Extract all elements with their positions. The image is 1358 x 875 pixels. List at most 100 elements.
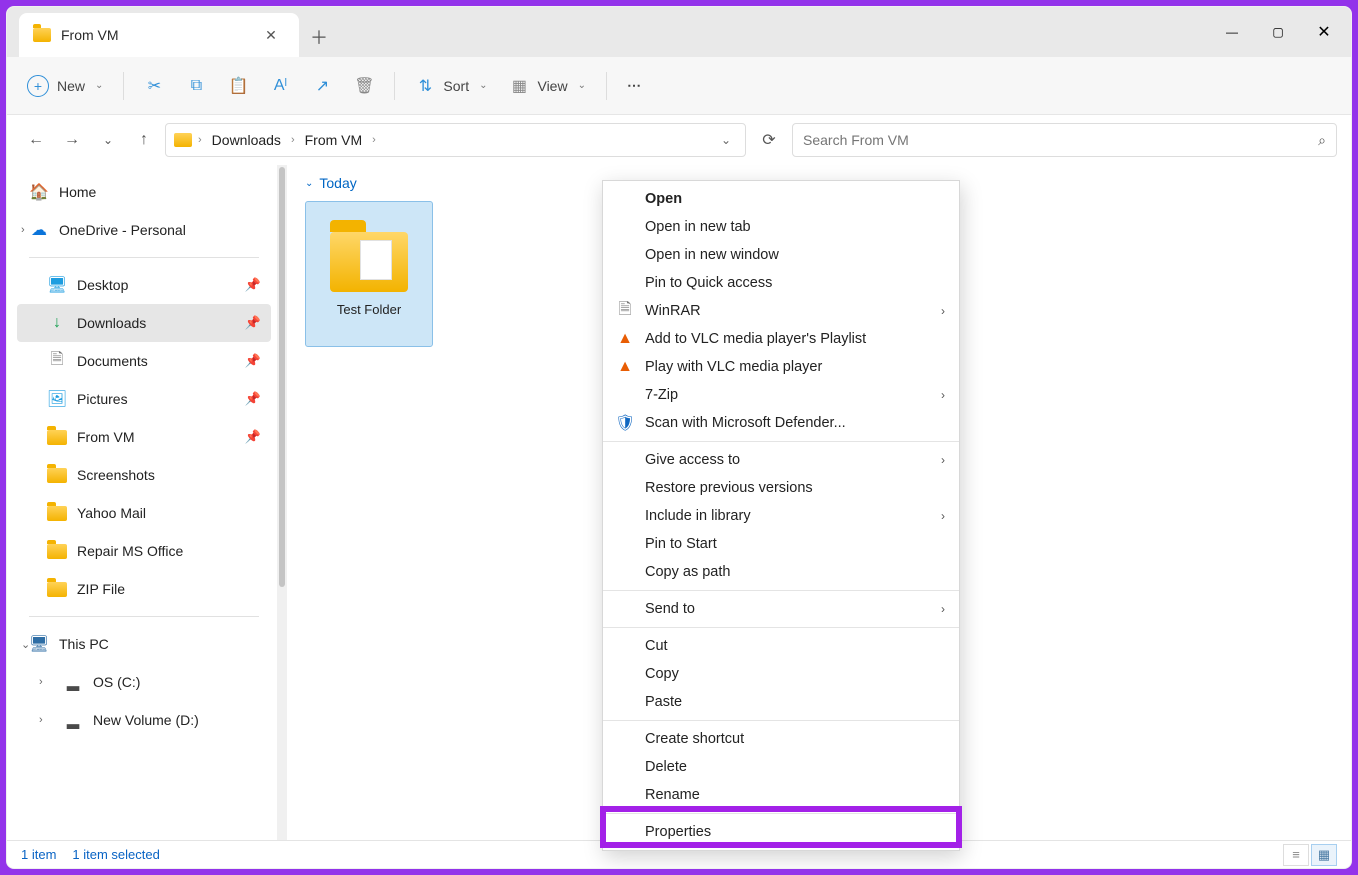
- ctx-copy-path[interactable]: Copy as path: [603, 558, 959, 586]
- ctx-delete[interactable]: Delete: [603, 753, 959, 781]
- separator: [603, 813, 959, 814]
- shield-icon: 🛡: [615, 413, 635, 433]
- new-tab-button[interactable]: ＋: [299, 17, 339, 57]
- address-bar[interactable]: › Downloads › From VM › ⌄: [165, 123, 746, 157]
- document-icon: 🗎: [47, 352, 67, 370]
- sidebar-item-desktop[interactable]: 🖥Desktop📌: [17, 266, 271, 304]
- crumb-downloads[interactable]: Downloads: [208, 132, 285, 148]
- tab-fromvm[interactable]: From VM ✕: [19, 13, 299, 57]
- vlc-icon: ▲: [615, 330, 635, 348]
- sidebar-label: ZIP File: [77, 581, 125, 597]
- forward-button[interactable]: →: [57, 125, 87, 155]
- search-box[interactable]: ⌕: [792, 123, 1337, 157]
- ctx-winrar[interactable]: 🗎WinRAR›: [603, 297, 959, 325]
- sidebar-item-thispc[interactable]: ⌄🖥This PC: [17, 625, 271, 663]
- chevron-right-icon: ›: [941, 388, 945, 402]
- sort-button[interactable]: ⇅ Sort ⌄: [405, 67, 497, 105]
- separator: [603, 590, 959, 591]
- sidebar-label: Documents: [77, 353, 148, 369]
- home-icon: 🏠: [29, 183, 49, 201]
- refresh-button[interactable]: ⟳: [752, 123, 786, 157]
- ctx-paste[interactable]: Paste: [603, 688, 959, 716]
- separator: [606, 72, 607, 100]
- ctx-open-new-window[interactable]: Open in new window: [603, 241, 959, 269]
- sidebar-item-screenshots[interactable]: Screenshots: [17, 456, 271, 494]
- ctx-pin-start[interactable]: Pin to Start: [603, 530, 959, 558]
- back-button[interactable]: ←: [21, 125, 51, 155]
- ctx-properties[interactable]: Properties: [603, 818, 959, 846]
- ctx-include-library[interactable]: Include in library›: [603, 502, 959, 530]
- delete-button[interactable]: 🗑: [344, 67, 384, 105]
- address-dropdown[interactable]: ⌄: [715, 133, 737, 147]
- sidebar-item-osc[interactable]: ›▂OS (C:): [17, 663, 271, 701]
- ctx-create-shortcut[interactable]: Create shortcut: [603, 725, 959, 753]
- new-button[interactable]: + New ⌄: [17, 67, 113, 105]
- pin-icon: 📌: [245, 277, 261, 293]
- folder-icon: [47, 506, 67, 521]
- chevron-right-icon: ›: [941, 602, 945, 616]
- sidebar-item-zipfile[interactable]: ZIP File: [17, 570, 271, 608]
- cut-button[interactable]: ✂: [134, 67, 174, 105]
- separator: [603, 441, 959, 442]
- window-controls: — ▢ ✕: [1209, 7, 1351, 57]
- scrollbar-thumb[interactable]: [279, 167, 285, 587]
- sidebar-item-repair[interactable]: Repair MS Office: [17, 532, 271, 570]
- navigation-pane: 🏠Home ›☁OneDrive - Personal 🖥Desktop📌 ↓D…: [7, 165, 277, 840]
- paste-button[interactable]: 📋: [218, 67, 258, 105]
- ctx-7zip[interactable]: 7-Zip›: [603, 381, 959, 409]
- sidebar-item-fromvm[interactable]: From VM📌: [17, 418, 271, 456]
- explorer-window: From VM ✕ ＋ — ▢ ✕ + New ⌄ ✂ ⧉ 📋 Aˡ ↗ 🗑 ⇅…: [6, 6, 1352, 869]
- chevron-right-icon: ›: [198, 134, 202, 146]
- drive-icon: ▂: [63, 711, 83, 729]
- maximize-button[interactable]: ▢: [1255, 12, 1301, 52]
- ctx-rename[interactable]: Rename: [603, 781, 959, 809]
- file-item-test-folder[interactable]: Test Folder: [305, 201, 433, 347]
- sidebar-item-yahoomail[interactable]: Yahoo Mail: [17, 494, 271, 532]
- sidebar-item-pictures[interactable]: 🖼Pictures📌: [17, 380, 271, 418]
- share-button[interactable]: ↗: [302, 67, 342, 105]
- pin-icon: 📌: [245, 315, 261, 331]
- up-button[interactable]: ↑: [129, 125, 159, 155]
- ctx-play-vlc[interactable]: ▲Play with VLC media player: [603, 353, 959, 381]
- folder-icon: [47, 468, 67, 483]
- ctx-pin-quick-access[interactable]: Pin to Quick access: [603, 269, 959, 297]
- sidebar-label: Downloads: [77, 315, 146, 331]
- recent-dropdown[interactable]: ⌄: [93, 125, 123, 155]
- sidebar-label: Home: [59, 184, 96, 200]
- close-tab-button[interactable]: ✕: [255, 27, 287, 44]
- chevron-down-icon: ⌄: [21, 638, 30, 651]
- ctx-add-vlc-playlist[interactable]: ▲Add to VLC media player's Playlist: [603, 325, 959, 353]
- more-button[interactable]: ⋯: [617, 67, 653, 105]
- sidebar-item-downloads[interactable]: ↓Downloads📌: [17, 304, 271, 342]
- minimize-button[interactable]: —: [1209, 12, 1255, 52]
- toolbar: + New ⌄ ✂ ⧉ 📋 Aˡ ↗ 🗑 ⇅ Sort ⌄ ▦ View ⌄ ⋯: [7, 57, 1351, 115]
- ctx-restore-versions[interactable]: Restore previous versions: [603, 474, 959, 502]
- sidebar-item-home[interactable]: 🏠 Home: [17, 173, 271, 211]
- rename-button[interactable]: Aˡ: [260, 67, 300, 105]
- ctx-cut[interactable]: Cut: [603, 632, 959, 660]
- sidebar-label: Yahoo Mail: [77, 505, 146, 521]
- ctx-send-to[interactable]: Send to›: [603, 595, 959, 623]
- ctx-defender-scan[interactable]: 🛡Scan with Microsoft Defender...: [603, 409, 959, 437]
- details-view-button[interactable]: ≡: [1283, 844, 1309, 866]
- sidebar-item-nvd[interactable]: ›▂New Volume (D:): [17, 701, 271, 739]
- chevron-right-icon: ›: [21, 224, 25, 236]
- search-input[interactable]: [803, 132, 1318, 148]
- close-window-button[interactable]: ✕: [1301, 12, 1347, 52]
- crumb-fromvm[interactable]: From VM: [301, 132, 367, 148]
- ctx-give-access[interactable]: Give access to›: [603, 446, 959, 474]
- scrollbar[interactable]: [277, 165, 287, 840]
- sidebar-label: Screenshots: [77, 467, 155, 483]
- ctx-copy[interactable]: Copy: [603, 660, 959, 688]
- ctx-open-new-tab[interactable]: Open in new tab: [603, 213, 959, 241]
- copy-button[interactable]: ⧉: [176, 67, 216, 105]
- view-button[interactable]: ▦ View ⌄: [499, 67, 595, 105]
- ctx-open[interactable]: Open: [603, 185, 959, 213]
- large-icons-view-button[interactable]: ▦: [1311, 844, 1337, 866]
- folder-icon: [47, 544, 67, 559]
- sidebar-label: From VM: [77, 429, 135, 445]
- sidebar-item-onedrive[interactable]: ›☁OneDrive - Personal: [17, 211, 271, 249]
- separator: [29, 616, 259, 617]
- sidebar-item-documents[interactable]: 🗎Documents📌: [17, 342, 271, 380]
- view-icon: ▦: [509, 76, 529, 96]
